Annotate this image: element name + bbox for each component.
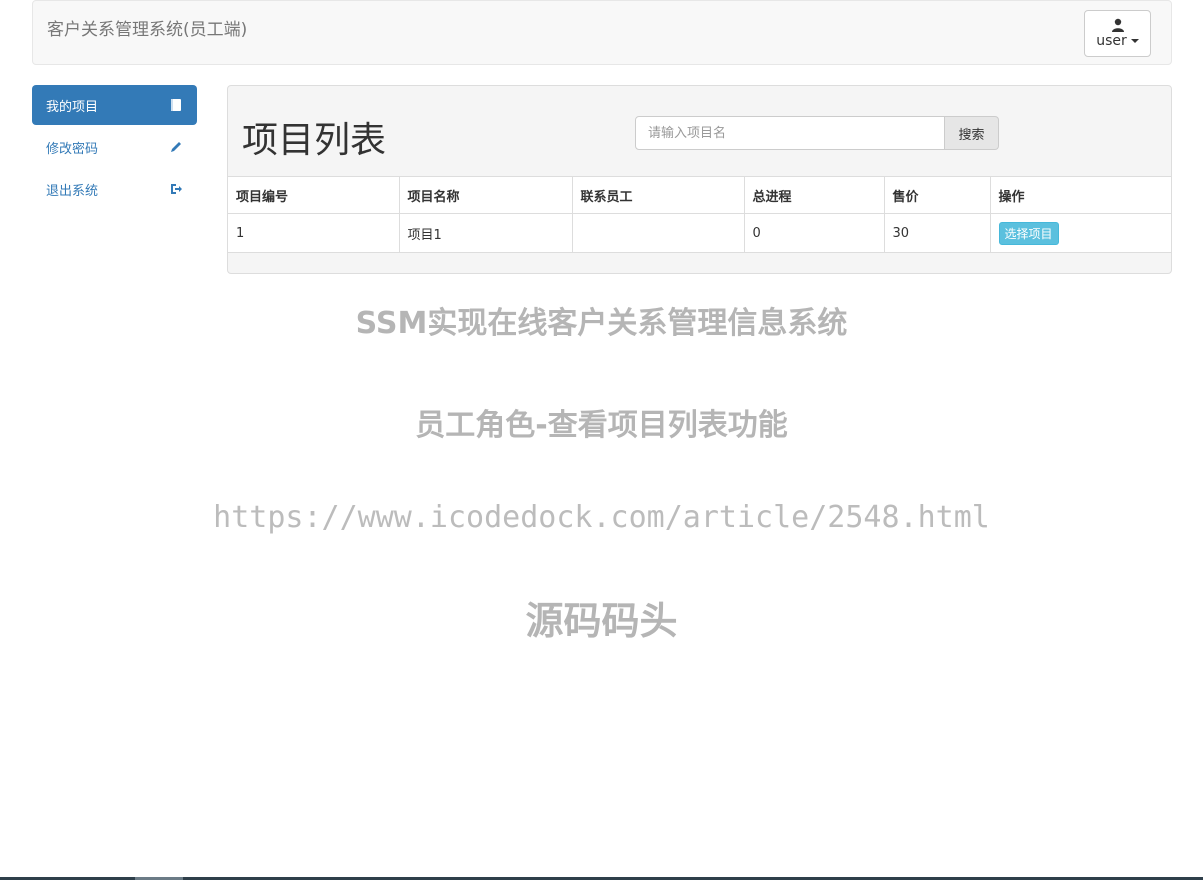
caret-down-icon xyxy=(1130,39,1139,43)
user-icon xyxy=(1111,18,1124,32)
cell-id: 1 xyxy=(228,213,400,253)
sidebar-item-change-password[interactable]: 修改密码 xyxy=(32,127,197,167)
sidebar-item-logout[interactable]: 退出系统 xyxy=(32,169,197,209)
book-icon xyxy=(171,99,181,111)
cell-name: 项目1 xyxy=(398,213,573,253)
column-header: 联系员工 xyxy=(571,176,745,214)
watermark-line: 源码码头 xyxy=(525,599,678,643)
app-brand[interactable]: 客户关系管理系统(员工端) xyxy=(47,15,247,40)
user-dropdown-button[interactable]: user xyxy=(1084,10,1151,57)
project-list-panel: 项目列表 搜索 项目编号 项目名称 联系员工 总进程 售价 操作 1 项目1 0… xyxy=(227,85,1172,274)
column-header: 项目编号 xyxy=(228,176,400,214)
column-header: 项目名称 xyxy=(398,176,573,214)
column-header: 总进程 xyxy=(743,176,885,214)
page-title: 项目列表 xyxy=(242,120,387,161)
column-header: 售价 xyxy=(883,176,991,214)
project-table: 项目编号 项目名称 联系员工 总进程 售价 操作 1 项目1 0 30 选择项目 xyxy=(228,176,1171,253)
watermark-url: https://www.icodedock.com/article/2548.h… xyxy=(213,500,990,535)
sidebar-item-label: 退出系统 xyxy=(46,183,99,199)
sidebar-item-label: 修改密码 xyxy=(46,141,99,157)
table-header-row: 项目编号 项目名称 联系员工 总进程 售价 操作 xyxy=(228,176,1171,214)
cell-employee xyxy=(571,213,745,253)
search-group: 搜索 xyxy=(635,116,999,150)
sidebar: 我的项目 修改密码 退出系统 xyxy=(32,85,197,211)
cell-progress: 0 xyxy=(743,213,885,253)
select-project-button[interactable]: 选择项目 xyxy=(998,221,1059,245)
logout-icon xyxy=(171,184,182,194)
sidebar-item-label: 我的项目 xyxy=(46,99,99,115)
top-navbar: 客户关系管理系统(员工端) user xyxy=(32,0,1172,65)
cell-price: 30 xyxy=(883,213,991,253)
cell-action: 选择项目 xyxy=(989,213,1171,253)
search-input[interactable] xyxy=(635,116,945,150)
table-row: 1 项目1 0 30 选择项目 xyxy=(228,213,1171,253)
column-header: 操作 xyxy=(989,176,1171,214)
pencil-icon xyxy=(171,142,181,152)
user-label: user xyxy=(1096,33,1127,49)
watermark-line: SSM实现在线客户关系管理信息系统 xyxy=(355,306,848,341)
watermark-line: 员工角色-查看项目列表功能 xyxy=(415,408,788,443)
search-button[interactable]: 搜索 xyxy=(945,116,999,150)
sidebar-item-my-projects[interactable]: 我的项目 xyxy=(32,85,197,125)
